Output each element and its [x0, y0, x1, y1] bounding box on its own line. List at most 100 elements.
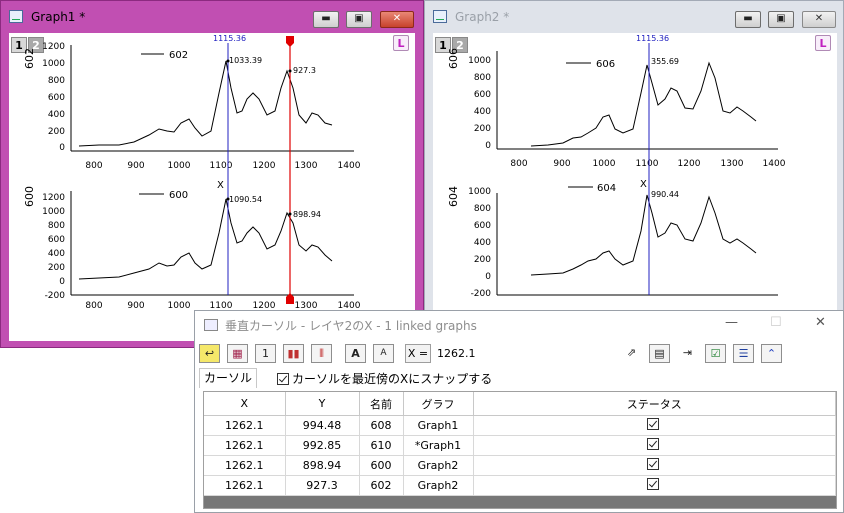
xtick: 800 — [85, 161, 102, 171]
status-checkbox[interactable] — [646, 438, 659, 450]
table-row[interactable]: 1262.1 992.85 610 *Graph1 — [204, 435, 836, 456]
export-icon[interactable]: ⇗ — [621, 344, 642, 363]
xtick: 1300 — [295, 161, 318, 171]
cursor-handle-top[interactable] — [286, 36, 294, 47]
x-value-input[interactable] — [435, 344, 617, 363]
dialog-toolbar: ↩ ▦ 1 ▮▮ ⦀ A A X = ⇗ ▤ ⇥ ☑ ☰ ⌃ — [197, 343, 841, 365]
graph1-canvas[interactable]: 12 L 602 0 200 400 600 800 1000 1200 800… — [9, 33, 415, 341]
x-axis-top: 800 900 1000 1100 1200 1300 1400 — [510, 159, 785, 169]
table-row[interactable]: 1262.1 927.3 602 Graph2 — [204, 475, 836, 496]
x-axis-top: 800 900 1000 1100 1200 1300 1400 — [85, 161, 360, 171]
xtick: 1300 — [721, 159, 744, 169]
ytick: 1000 — [42, 59, 65, 69]
graph1-window: Graph1 * ▬ ▣ ✕ 12 L 602 0 200 400 600 80… — [0, 0, 424, 348]
cell-graph: Graph1 — [403, 415, 474, 436]
cursor-table: X Y 名前 グラフ ステータス 1262.1 994.48 608 Graph… — [203, 391, 837, 509]
graph2-plot: 606 0 200 400 600 800 1000 800 900 1000 … — [447, 34, 786, 299]
minimize-button[interactable]: ▬ — [735, 11, 761, 28]
minimize-button[interactable]: — — [725, 315, 738, 330]
ytick: 1000 — [468, 56, 491, 66]
x-equals-label: X = — [405, 344, 431, 363]
xtick: 800 — [510, 159, 527, 169]
xtick: 800 — [85, 301, 102, 311]
range-icon[interactable]: ⦀ — [311, 344, 332, 363]
graph2-canvas[interactable]: 12 L 606 0 200 400 600 800 1000 800 900 … — [433, 33, 837, 341]
xtick: 1400 — [338, 161, 361, 171]
text-size-down-icon[interactable]: A — [373, 344, 394, 363]
ytick: 0 — [485, 272, 491, 282]
layer-1-icon[interactable]: 1 — [255, 344, 276, 363]
xtick: 1400 — [763, 159, 786, 169]
ytick: 0 — [59, 277, 65, 287]
annot-990: 990.44 — [651, 190, 679, 199]
snap-checkbox[interactable]: カーソルを最近傍のXにスナップする — [277, 370, 492, 387]
close-button[interactable]: ✕ — [802, 11, 836, 28]
minimize-button[interactable]: ▬ — [313, 11, 339, 28]
snap-label: カーソルを最近傍のXにスナップする — [292, 372, 493, 386]
column-header-y[interactable]: Y — [285, 392, 360, 416]
status-cell — [473, 415, 836, 436]
ylabel-606: 606 — [447, 48, 460, 69]
maximize-button[interactable]: ▣ — [768, 11, 794, 28]
status-checkbox[interactable] — [646, 418, 659, 430]
graph2-window: Graph2 * ▬ ▣ ✕ 12 L 606 0 200 400 600 80… — [424, 0, 844, 348]
y-axis-bottom: -200 0 200 400 600 800 1000 — [468, 187, 491, 299]
status-checkbox[interactable] — [646, 478, 659, 490]
ytick: 600 — [474, 221, 491, 231]
multi-layer-icon[interactable]: ▮▮ — [283, 344, 304, 363]
status-checkbox[interactable] — [646, 458, 659, 470]
graph2-titlebar[interactable]: Graph2 * ▬ ▣ ✕ — [425, 1, 843, 33]
table-row[interactable]: 1262.1 994.48 608 Graph1 — [204, 415, 836, 436]
xlabel-x: X — [640, 179, 647, 190]
close-button[interactable]: ✕ — [815, 315, 826, 330]
ytick: 200 — [48, 127, 65, 137]
new-sheet-icon[interactable]: ⇥ — [677, 344, 698, 363]
cell-name: 608 — [359, 415, 404, 436]
ytick: 400 — [48, 110, 65, 120]
maximize-button[interactable]: ☐ — [770, 315, 782, 330]
cell-name: 602 — [359, 475, 404, 496]
ytick: 800 — [474, 73, 491, 83]
cursor-tool-icon[interactable]: ↩ — [199, 344, 220, 363]
maximize-button[interactable]: ▣ — [346, 11, 372, 28]
ytick: 400 — [48, 249, 65, 259]
ylabel-604: 604 — [447, 186, 460, 207]
annot-1033: 1033.39 — [229, 56, 262, 65]
ytick: 0 — [59, 143, 65, 153]
graph1-plot: 602 0 200 400 600 800 1000 1200 800 900 … — [23, 34, 361, 311]
cell-graph: *Graph1 — [403, 435, 474, 456]
cursor-marker — [226, 197, 230, 201]
close-button[interactable]: ✕ — [380, 11, 414, 28]
xtick: 1100 — [636, 159, 659, 169]
graph1-titlebar[interactable]: Graph1 * ▬ ▣ ✕ — [1, 1, 423, 33]
annot-355: 355.69 — [651, 57, 679, 66]
ytick: 200 — [474, 255, 491, 265]
column-header-x[interactable]: X — [204, 392, 286, 416]
column-header-graph[interactable]: グラフ — [403, 392, 474, 416]
cell-x: 1262.1 — [204, 475, 286, 496]
ytick: 400 — [474, 107, 491, 117]
spectrum-604 — [530, 194, 757, 276]
dialog-title: 垂直カーソル - レイヤ2のX - 1 linked graphs — [225, 319, 477, 333]
ytick: 200 — [474, 124, 491, 134]
cell-graph: Graph2 — [403, 475, 474, 496]
xtick: 1200 — [678, 159, 701, 169]
table-row[interactable]: 1262.1 898.94 600 Graph2 — [204, 455, 836, 476]
status-cell — [473, 435, 836, 456]
cell-y: 927.3 — [285, 475, 360, 496]
settings-icon[interactable]: ☰ — [733, 344, 754, 363]
worksheet-icon[interactable]: ▤ — [649, 344, 670, 363]
checkbox-checked-icon[interactable] — [277, 372, 289, 385]
cell-x: 1262.1 — [204, 415, 286, 436]
text-size-up-icon[interactable]: A — [345, 344, 366, 363]
status-cell — [473, 455, 836, 476]
cell-y: 992.85 — [285, 435, 360, 456]
ytick: -200 — [471, 289, 492, 299]
column-header-name[interactable]: 名前 — [359, 392, 404, 416]
tab-cursor[interactable]: カーソル — [199, 368, 257, 388]
ytick: 400 — [474, 238, 491, 248]
column-header-status[interactable]: ステータス — [473, 392, 836, 416]
clipboard-icon[interactable]: ▦ — [227, 344, 248, 363]
checklist-icon[interactable]: ☑ — [705, 344, 726, 363]
collapse-icon[interactable]: ⌃ — [761, 344, 782, 363]
